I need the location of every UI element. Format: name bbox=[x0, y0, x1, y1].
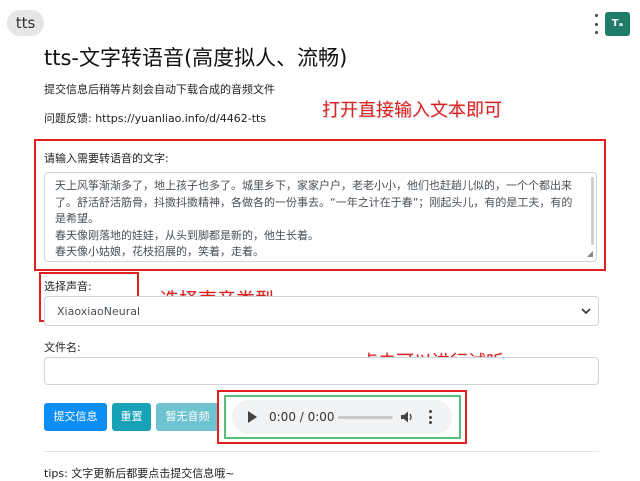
text-label: 请输入需要转语音的文字: bbox=[44, 152, 169, 165]
more-menu-icon[interactable] bbox=[593, 14, 599, 34]
voice-select-value: XiaoxiaoNeural bbox=[57, 305, 141, 318]
no-audio-button[interactable]: 暂无音频 bbox=[156, 403, 219, 431]
play-icon[interactable] bbox=[248, 411, 257, 423]
annotation-input-hint: 打开直接输入文本即可 bbox=[322, 100, 502, 121]
page-subtitle: 提交信息后稍等片刻会自动下载合成的音频文件 bbox=[44, 83, 275, 96]
reset-button[interactable]: 重置 bbox=[112, 403, 151, 431]
audio-player[interactable]: 0:00 / 0:00 bbox=[232, 400, 452, 434]
chevron-down-icon bbox=[581, 308, 591, 315]
submit-button[interactable]: 提交信息 bbox=[44, 403, 107, 431]
text-line: 是希望。 bbox=[55, 212, 99, 225]
feedback-link[interactable]: 问题反馈: https://yuanliao.info/d/4462-tts bbox=[44, 110, 266, 126]
voice-label: 选择声音: bbox=[44, 280, 92, 293]
resize-grip-icon[interactable]: ◢ bbox=[587, 250, 593, 258]
tab-tts[interactable]: tts bbox=[7, 10, 44, 36]
filename-label: 文件名: bbox=[44, 341, 81, 354]
text-input-content: 天上风筝渐渐多了，地上孩子也多了。城里乡下，家家户户，老老小小，他们也赶趟儿似的… bbox=[55, 178, 574, 261]
text-line: 天上风筝渐渐多了，地上孩子也多了。城里乡下，家家户户，老老小小，他们也赶趟儿似的… bbox=[55, 179, 572, 192]
audio-time: 0:00 / 0:00 bbox=[269, 410, 335, 424]
text-line: 了。舒活舒活筋骨，抖擞抖擞精神，各做各的一份事去。“一年之计在于春”；刚起头儿，… bbox=[55, 195, 573, 209]
divider bbox=[44, 451, 599, 452]
tips-text: tips: 文字更新后都要点击提交信息哦~ bbox=[44, 467, 235, 480]
text-input[interactable]: 天上风筝渐渐多了，地上孩子也多了。城里乡下，家家户户，老老小小，他们也赶趟儿似的… bbox=[44, 172, 597, 262]
extension-icon[interactable]: Tₐ bbox=[605, 12, 630, 36]
textarea-scrollbar[interactable] bbox=[591, 177, 594, 245]
page-title: tts-文字转语音(高度拟人、流畅) bbox=[44, 46, 348, 70]
voice-select[interactable]: XiaoxiaoNeural bbox=[44, 296, 599, 326]
audio-progress-bar[interactable] bbox=[338, 416, 393, 419]
text-line: 春天像小姑娘，花枝招展的，笑着，走着。 bbox=[55, 245, 264, 258]
audio-more-icon[interactable] bbox=[428, 410, 432, 424]
text-line: 春天像刚落地的娃娃，从头到脚都是新的，他生长着。 bbox=[55, 228, 319, 242]
filename-input[interactable] bbox=[44, 357, 599, 385]
volume-icon[interactable] bbox=[400, 410, 414, 424]
